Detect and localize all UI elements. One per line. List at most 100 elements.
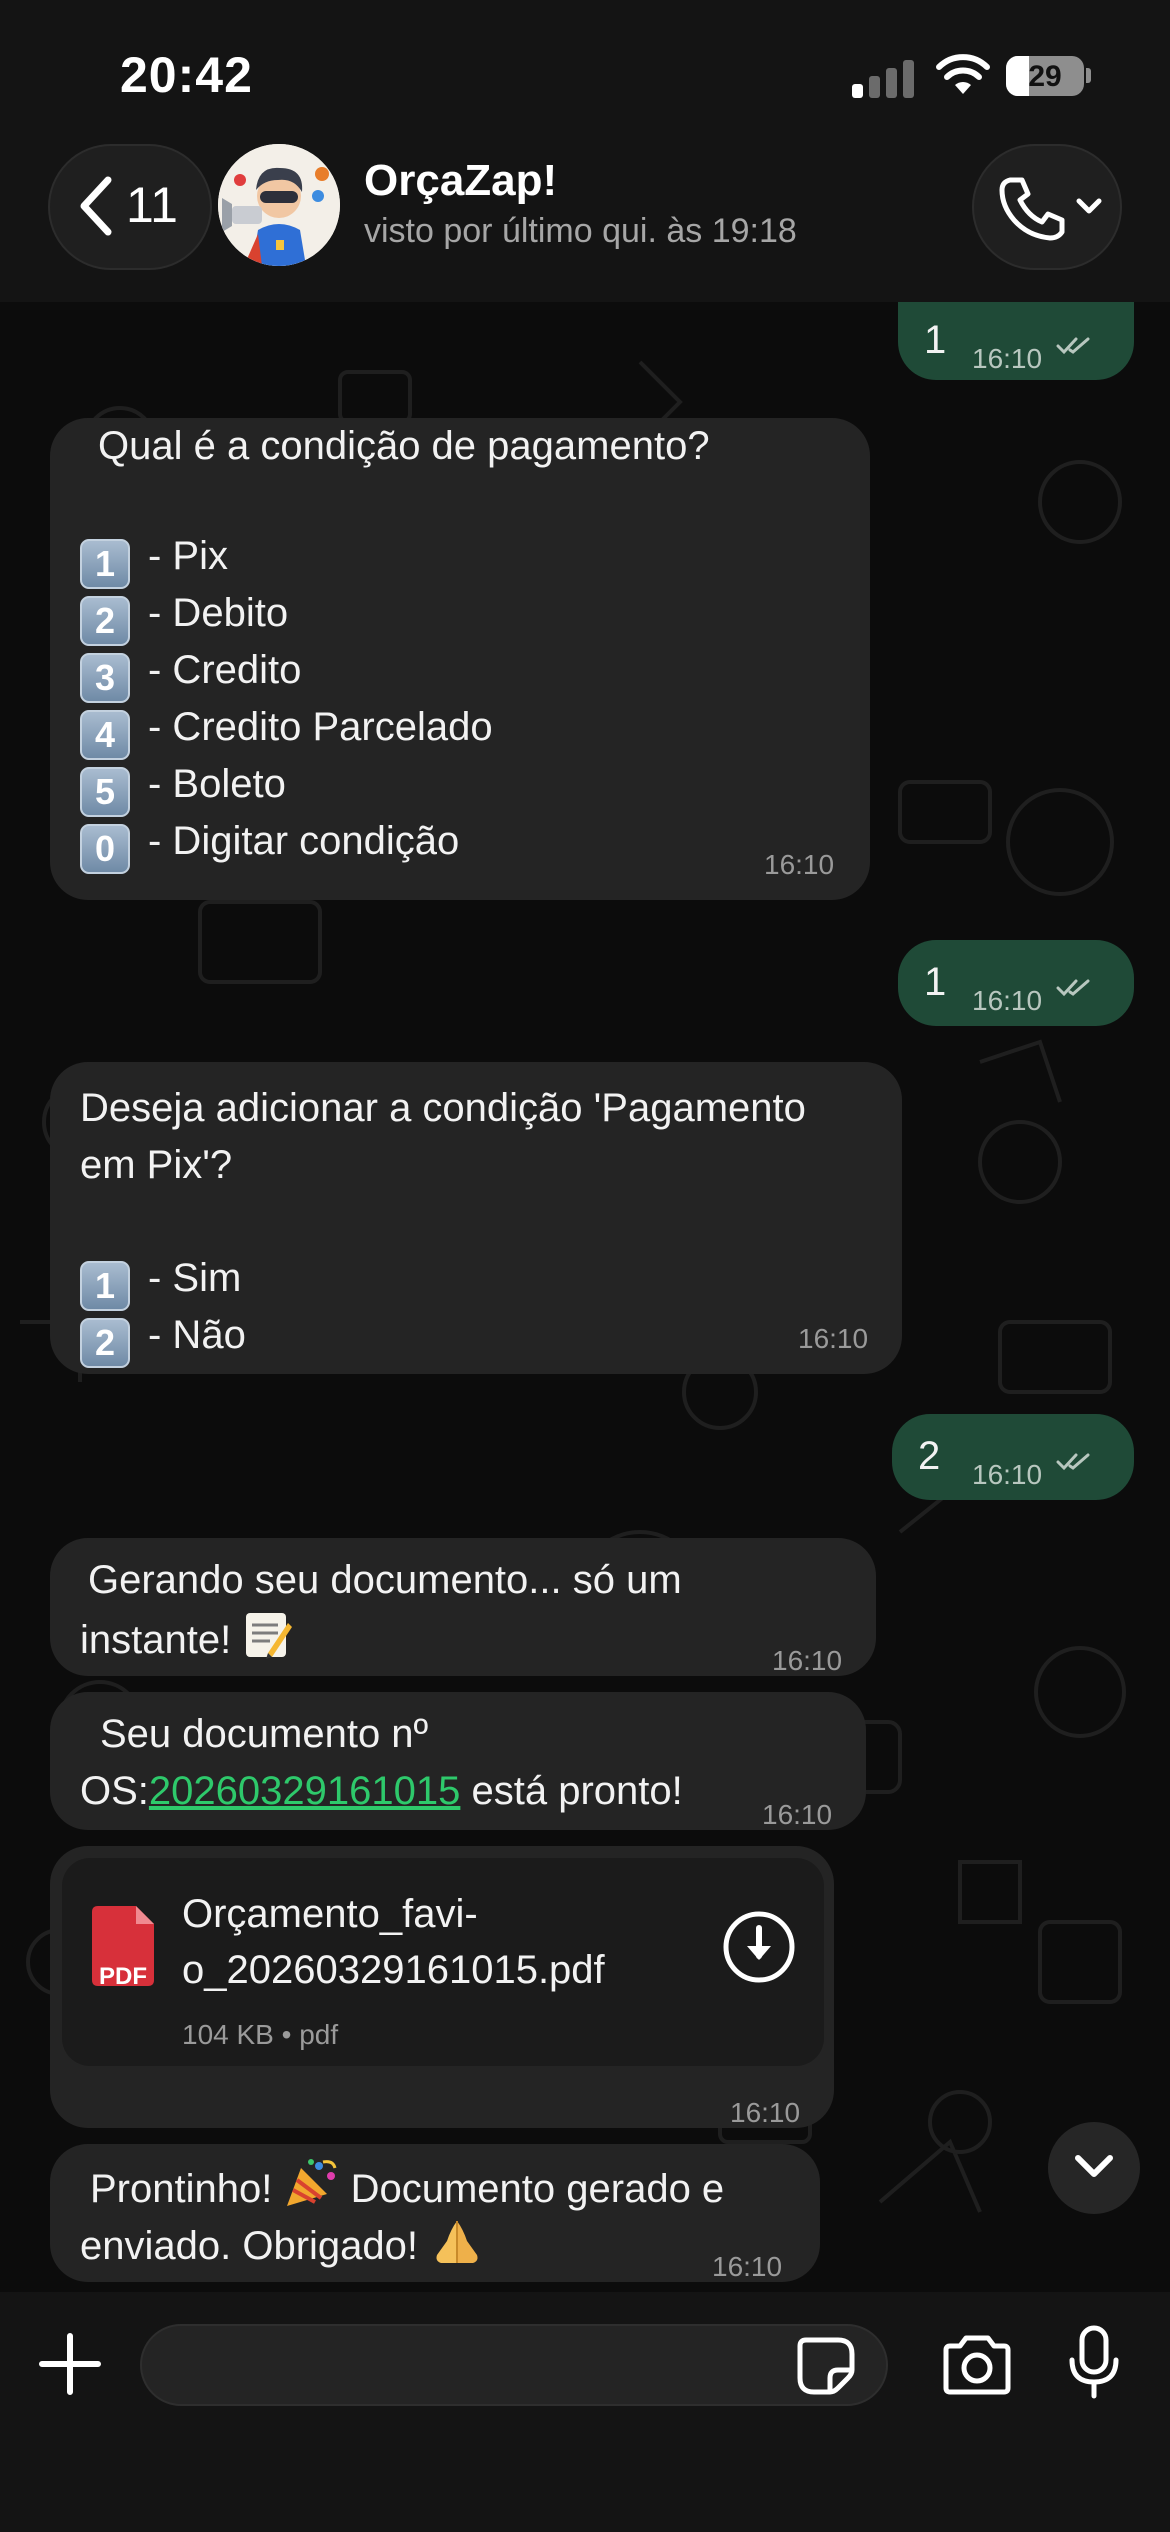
incoming-message[interactable]: Prontinho! Documento gerado e enviado. O… [50,2144,820,2282]
status-time: 20:42 [120,47,253,103]
scroll-down-icon [1075,2155,1113,2177]
plus-icon[interactable] [38,2332,102,2396]
message-time: 16:10 [972,985,1043,1016]
message-time: 16:10 [798,1323,869,1354]
message-line: enviado. Obrigado! [80,2215,485,2275]
message-text: Qual é a condição de pagamento? [98,424,710,468]
option-label: - Sim [148,1256,242,1300]
message-text: instante! [80,1618,232,1662]
outgoing-message[interactable]: 1 16:10 [898,302,1134,380]
incoming-message[interactable]: Seu documento nº OS:20260329161015 está … [50,1692,866,1830]
incoming-message[interactable]: Deseja adicionar a condição 'Pagamento e… [50,1062,902,1374]
keycap-icon: 1 [80,1261,130,1311]
option-list: 1 - Pix 2 - Debito 3 - Credito 4 - Credito P… [80,528,493,874]
document-link[interactable]: 20260329161015 [149,1769,460,1813]
message-time: 16:10 [730,2097,801,2128]
message-text: 1 [924,960,947,1004]
wifi-icon [936,54,990,94]
battery-icon: 29 [1006,56,1084,96]
message-line: Prontinho! Documento gerado e [90,2158,724,2218]
camera-icon[interactable] [940,2334,1014,2396]
option-item: 5 - Boleto [80,756,493,817]
status-bar: 20:42 29 [0,0,1170,140]
message-time: 16:10 [772,1645,843,1676]
file-name: Orçamento_favi- o_20260329161015.pdf [182,1886,605,1998]
message-text: 2 [918,1434,941,1478]
option-item: 2 - Não [80,1307,246,1368]
option-label: - Não [148,1313,246,1357]
keycap-icon: 3 [80,653,130,703]
scroll-to-bottom-button[interactable] [1048,2122,1140,2214]
chat-header: 11 OrçaZap! visto por último qui. às 19:… [0,140,1170,302]
avatar[interactable] [218,144,340,266]
message-time: 16:10 [972,1459,1043,1490]
avatar-image [218,144,340,266]
file-meta: 104 KB • pdf [182,2019,339,2050]
unread-count: 11 [126,177,178,233]
message-text: Gerando seu documento... só um [88,1558,682,1602]
message-line: OS:20260329161015 está pronto! [80,1763,683,1820]
file-name-line: o_20260329161015.pdf [182,1948,605,1992]
message-input[interactable] [140,2324,888,2406]
folded-hands-icon [436,2221,478,2263]
message-text: em Pix'? [80,1143,233,1187]
option-label: - Credito [148,648,302,692]
message-text: OS: [80,1769,149,1813]
contact-status: visto por último qui. às 19:18 [364,212,797,250]
sticker-icon[interactable] [796,2336,856,2396]
message-time: 16:10 [972,343,1043,374]
message-text: Seu documento nº [100,1712,429,1756]
message-list[interactable]: 1 16:10 Qual é a condição de pagamento? … [0,302,1170,2292]
keycap-icon: 1 [80,539,130,589]
pdf-badge-label: PDF [99,1963,147,1990]
file-name-line: Orçamento_favi- [182,1892,478,1936]
document-card[interactable]: PDF Orçamento_favi- o_20260329161015.pdf… [62,1858,824,2066]
back-chevron-icon [80,176,112,236]
message-text: enviado. Obrigado! [80,2224,419,2268]
message-text: Prontinho! [90,2167,273,2211]
outgoing-message[interactable]: 1 16:10 [898,940,1134,1026]
option-item: 0 - Digitar condição [80,813,493,874]
keycap-icon: 5 [80,767,130,817]
message-time: 16:10 [762,1799,833,1830]
keycap-icon: 0 [80,824,130,874]
message-text: 1 [924,318,947,362]
read-ticks-icon [1056,1453,1090,1471]
option-item: 2 - Debito [80,585,493,646]
message-line: instante! [80,1609,294,1669]
option-item: 1 - Sim [80,1250,246,1311]
incoming-message[interactable]: Qual é a condição de pagamento? 1 - Pix 2… [50,418,870,900]
read-ticks-icon [1056,979,1090,997]
signal-icon [852,58,916,98]
battery-tip [1086,68,1091,83]
mic-icon[interactable] [1068,2324,1120,2400]
read-ticks-icon [1056,337,1090,355]
input-bar [0,2292,1170,2532]
message-text: está pronto! [460,1769,683,1813]
option-label: - Boleto [148,762,286,806]
option-label: - Debito [148,591,289,635]
message-text: Deseja adicionar a condição 'Pagamento [80,1086,806,1130]
option-list: 1 - Sim 2 - Não [80,1250,246,1368]
battery-level: 29 [1028,60,1062,93]
keycap-icon: 4 [80,710,130,760]
incoming-message[interactable]: Gerando seu documento... só um instante!… [50,1538,876,1676]
download-icon[interactable] [722,1910,796,1984]
back-button[interactable]: 11 [48,144,212,270]
phone-icon [999,177,1065,241]
contact-name[interactable]: OrçaZap! [364,156,557,206]
party-popper-icon [287,2159,337,2206]
outgoing-message[interactable]: 2 16:10 [892,1414,1134,1500]
chevron-down-icon [1076,198,1102,214]
memo-icon [246,1613,293,1659]
option-item: 3 - Credito [80,642,493,703]
keycap-icon: 2 [80,1318,130,1368]
option-item: 1 - Pix [80,528,493,589]
option-label: - Pix [148,534,228,578]
keycap-icon: 2 [80,596,130,646]
message-time: 16:10 [712,2251,783,2282]
call-button[interactable] [972,144,1122,270]
message-time: 16:10 [764,849,835,880]
document-message[interactable]: PDF Orçamento_favi- o_20260329161015.pdf… [50,1846,834,2128]
option-label: - Digitar condição [148,819,460,863]
